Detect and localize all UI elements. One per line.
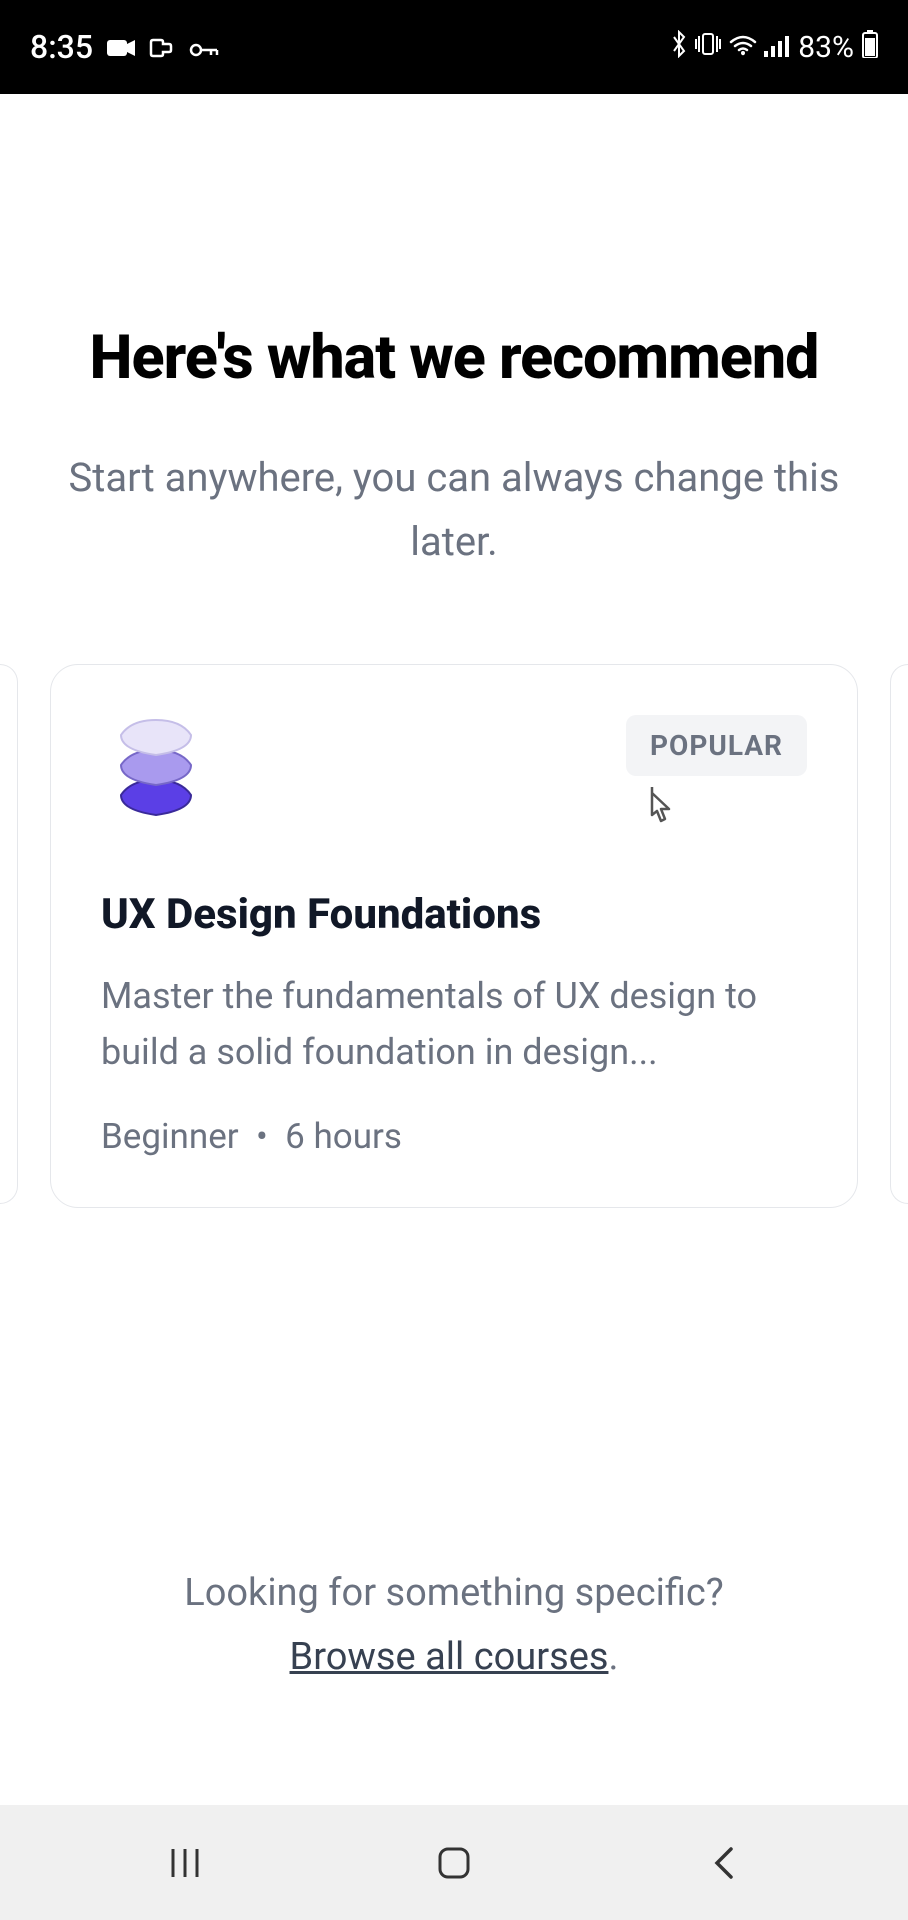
course-meta: Beginner • 6 hours <box>101 1116 807 1157</box>
main-content: Here's what we recommend Start anywhere,… <box>0 94 908 1208</box>
bottom-section: Looking for something specific? Browse a… <box>0 1561 908 1690</box>
back-button[interactable] <box>693 1833 753 1893</box>
vibrate-icon <box>694 31 722 64</box>
key-icon <box>189 28 219 66</box>
course-duration: 6 hours <box>285 1116 402 1157</box>
card-carousel[interactable]: POPULAR UX Design Foundations Master the… <box>50 574 858 1208</box>
android-nav-bar <box>0 1805 908 1920</box>
popular-badge: POPULAR <box>626 715 807 776</box>
page-subtitle: Start anywhere, you can always change th… <box>50 446 858 574</box>
bottom-prompt: Looking for something specific? <box>50 1561 858 1626</box>
status-bar: 8:35 83% <box>0 0 908 94</box>
layers-icon <box>101 715 211 825</box>
recent-apps-button[interactable] <box>155 1833 215 1893</box>
home-button[interactable] <box>424 1833 484 1893</box>
course-description: Master the fundamentals of UX design to … <box>101 969 807 1081</box>
card-peek-right[interactable] <box>890 664 908 1204</box>
battery-icon <box>862 30 878 65</box>
status-icons-group <box>670 30 790 65</box>
course-level: Beginner <box>101 1116 239 1157</box>
browse-line: Browse all courses. <box>50 1625 858 1690</box>
period: . <box>608 1635 618 1679</box>
cursor-pointer-icon <box>637 785 677 837</box>
device-icon <box>149 28 175 66</box>
battery-percent: 83% <box>798 30 854 65</box>
bluetooth-icon <box>670 30 688 65</box>
card-header: POPULAR <box>101 715 807 825</box>
status-bar-right: 83% <box>670 30 878 65</box>
signal-icon <box>764 31 790 64</box>
course-card[interactable]: POPULAR UX Design Foundations Master the… <box>50 664 858 1208</box>
page-title: Here's what we recommend <box>50 324 858 391</box>
camera-icon <box>107 28 135 66</box>
course-title: UX Design Foundations <box>101 890 807 939</box>
status-time: 8:35 <box>30 28 93 66</box>
status-bar-left: 8:35 <box>30 28 219 66</box>
card-peek-left[interactable] <box>0 664 18 1204</box>
browse-all-link[interactable]: Browse all courses <box>290 1635 609 1679</box>
wifi-icon <box>728 31 758 64</box>
